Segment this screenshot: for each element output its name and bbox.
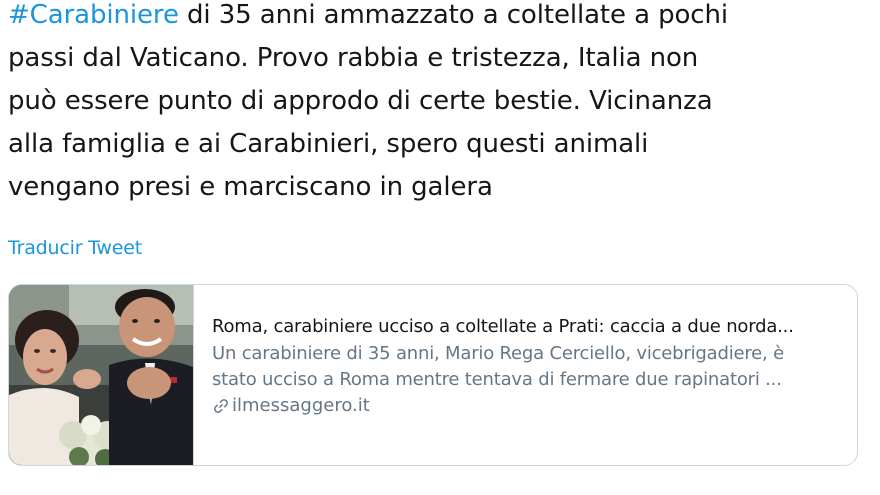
tweet-text-line: può essere punto di approdo di certe bes… [8,86,713,116]
translate-tweet-link[interactable]: Traducir Tweet [8,237,142,259]
card-body[interactable]: Roma, carabiniere ucciso a coltellate a … [194,285,857,465]
card-thumbnail[interactable] [9,285,194,465]
tweet: #Carabiniere di 35 anni ammazzato a colt… [0,0,880,489]
tweet-text-line: alla famiglia e ai Carabinieri, spero qu… [8,129,649,159]
card-domain-text: ilmessaggero.it [232,395,370,416]
link-preview-card[interactable]: Roma, carabiniere ucciso a coltellate a … [8,284,858,466]
link-icon [214,398,228,413]
tweet-text-line: vengano presi e marciscano in galera [8,172,493,202]
tweet-text-line: #Carabiniere di 35 anni ammazzato a colt… [8,0,858,37]
wedding-photo-image [9,285,193,465]
card-domain: ilmessaggero.it [212,395,841,416]
card-description-line: Un carabiniere di 35 anni, Mario Rega Ce… [212,343,784,364]
tweet-text: #Carabiniere di 35 anni ammazzato a colt… [8,0,858,209]
tweet-text-line: passi dal Vaticano. Provo rabbia e trist… [8,43,699,73]
card-description-line: stato ucciso a Roma mentre tentava di fe… [212,369,782,390]
card-description: Un carabiniere di 35 anni, Mario Rega Ce… [212,341,841,393]
hashtag-link[interactable]: #Carabiniere [8,0,179,30]
tweet-text-segment: di 35 anni ammazzato a coltellate a poch… [178,0,728,30]
card-title: Roma, carabiniere ucciso a coltellate a … [212,316,794,337]
